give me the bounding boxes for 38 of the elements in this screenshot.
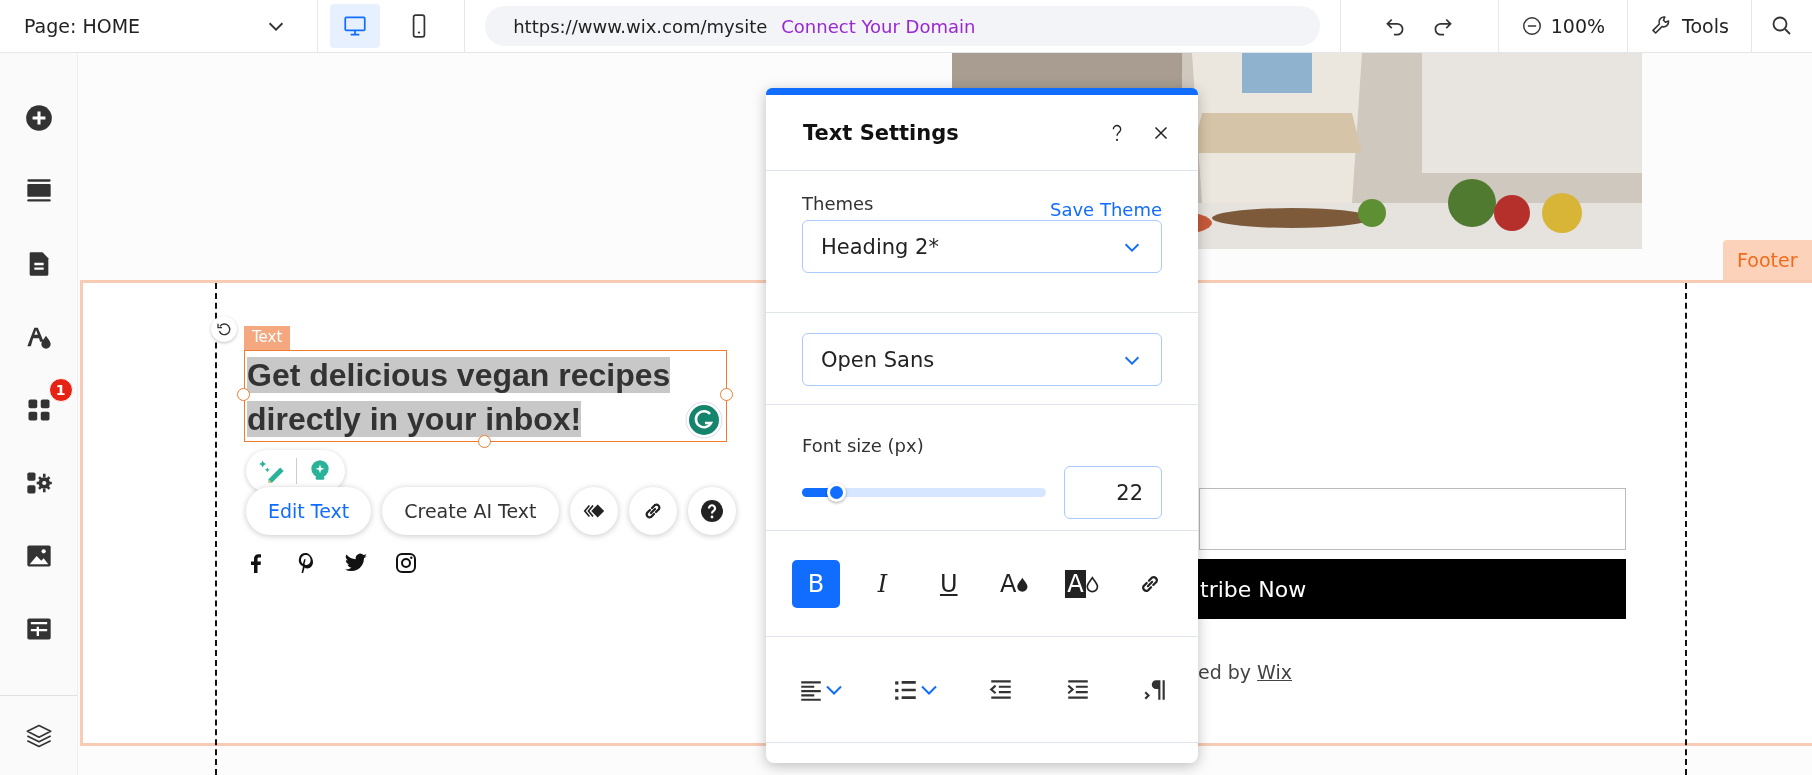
grammar-icon[interactable] (685, 401, 723, 439)
site-url: https://www.wix.com/mysite (513, 15, 768, 37)
font-size-label: Font size (px) (802, 435, 925, 456)
bold-button[interactable]: B (792, 559, 840, 608)
font-dropdown[interactable]: Open Sans (802, 333, 1162, 386)
credit-link[interactable]: Wix (1257, 661, 1292, 683)
element-label: Text (244, 326, 291, 350)
page-selector[interactable]: Page: HOME (0, 0, 319, 52)
highlight-button[interactable]: A (1057, 559, 1108, 608)
tools-button[interactable]: Tools (1627, 0, 1751, 52)
connect-domain-link[interactable]: Connect Your Domain (781, 15, 976, 37)
credit-text: ed by (1198, 661, 1252, 683)
zoom-button[interactable]: 100% (1497, 0, 1628, 52)
add-icon (24, 104, 53, 132)
chevron-down-icon (826, 684, 842, 695)
email-input[interactable] (1199, 488, 1626, 550)
zoom-out-icon (1520, 15, 1543, 37)
edit-text-button[interactable]: Edit Text (246, 487, 372, 535)
theme-dropdown[interactable]: Heading 2* (802, 220, 1162, 273)
address-bar[interactable]: https://www.wix.com/mysite Connect Your Domain (485, 6, 1320, 46)
themes-label: Themes (802, 193, 874, 214)
underline-button[interactable]: U (924, 559, 973, 608)
notification-badge: 1 (48, 378, 73, 402)
subscribe-button[interactable]: tribe Now (1198, 559, 1626, 619)
panel-title: Text Settings (803, 120, 960, 145)
device-toggle[interactable] (330, 4, 381, 48)
desktop-icon (342, 13, 369, 39)
slider-thumb[interactable] (827, 483, 847, 502)
sections-icon (24, 177, 53, 205)
italic-button[interactable]: I (858, 559, 907, 608)
font-size-input[interactable]: 22 (1064, 466, 1162, 519)
rotate-icon (216, 321, 232, 337)
chevron-down-icon (921, 684, 937, 695)
instagram-icon[interactable] (394, 551, 418, 575)
save-theme-link[interactable]: Save Theme (1050, 199, 1162, 220)
create-ai-text-button[interactable]: Create AI Text (382, 487, 559, 535)
color-button[interactable]: A (991, 559, 1040, 608)
help-icon (699, 499, 724, 523)
